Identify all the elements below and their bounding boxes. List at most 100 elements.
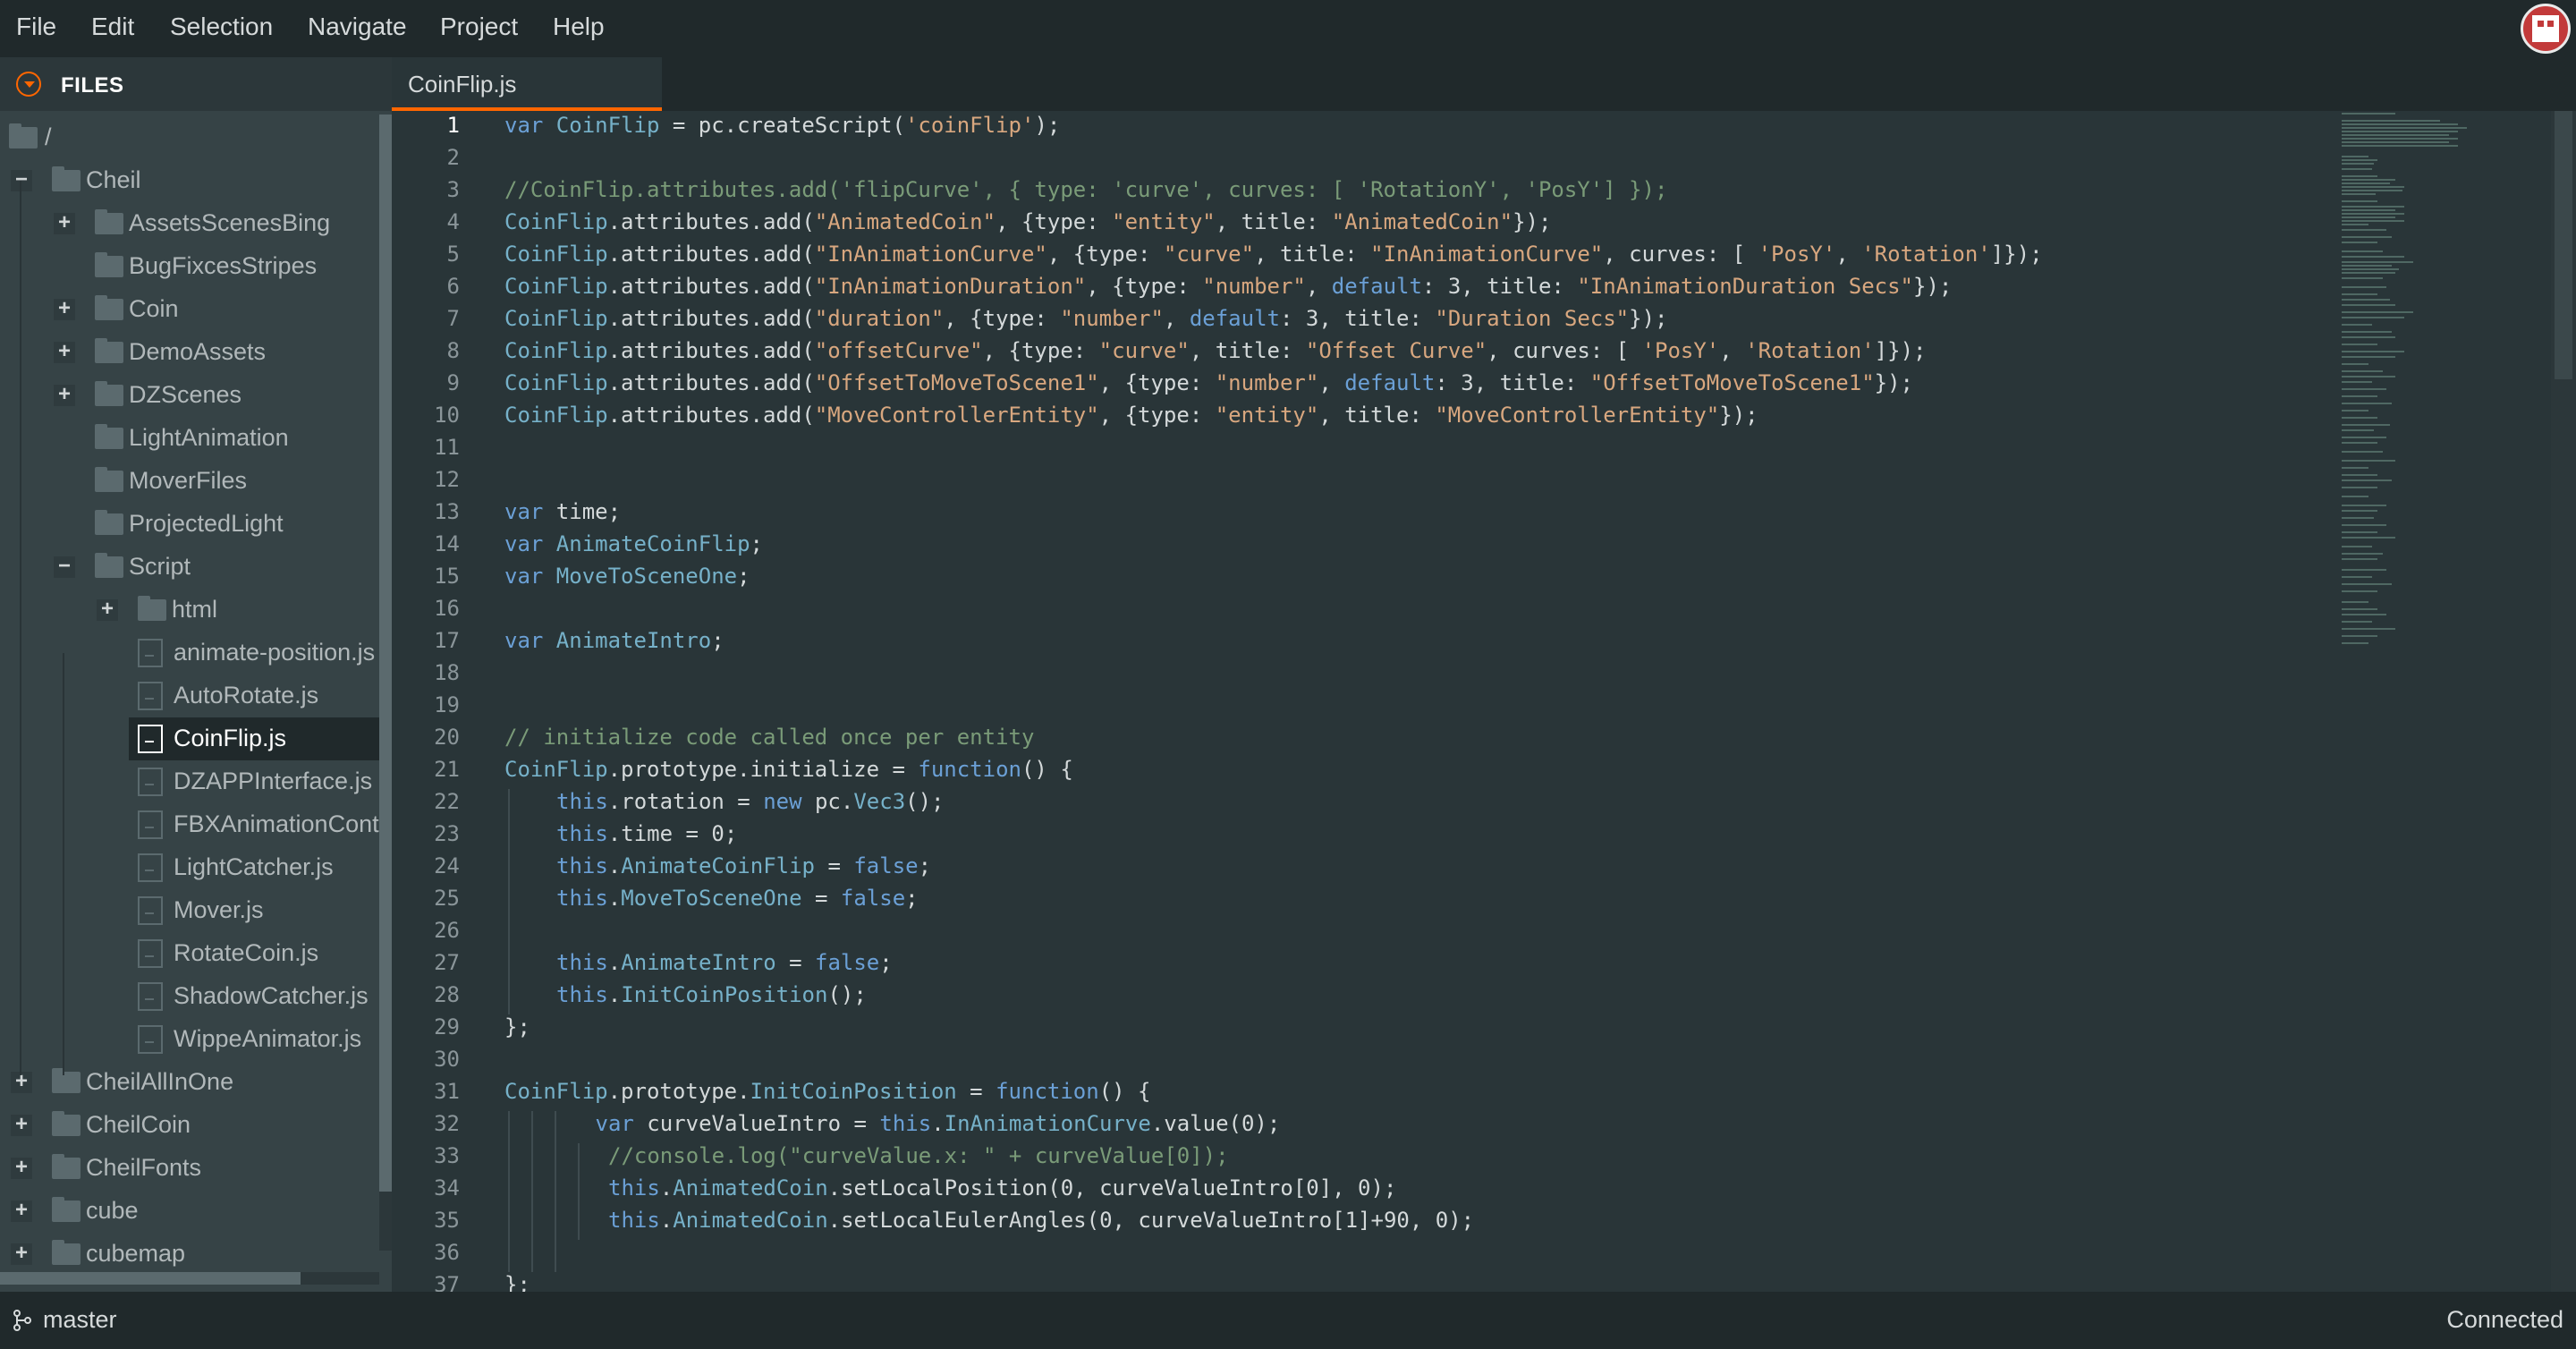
tree-folder[interactable]: + AssetsScenesBing (0, 202, 379, 245)
indent-guide (555, 1111, 556, 1272)
code-token: = (775, 950, 815, 975)
line-number: 9 (446, 370, 460, 395)
js-file-icon (138, 1025, 163, 1054)
expand-icon[interactable]: + (97, 598, 118, 621)
tree-folder[interactable]: / (0, 116, 379, 159)
tree-item-label: FBXAnimationCont (174, 810, 379, 837)
expand-icon[interactable]: + (11, 1157, 32, 1179)
minimap-line (2342, 487, 2377, 488)
code-token: : 3, title: (1279, 306, 1436, 331)
tree-folder[interactable]: MoverFiles (0, 460, 379, 503)
collapse-icon[interactable]: − (54, 556, 75, 578)
collapse-icon[interactable]: − (11, 169, 32, 191)
editor-vertical-scrollbar[interactable] (2551, 111, 2576, 1292)
tree-folder[interactable]: − Cheil (0, 159, 379, 202)
tree-folder[interactable]: + DZScenes (0, 374, 379, 417)
tree-file[interactable]: ShadowCatcher.js (0, 975, 379, 1018)
folder-icon (52, 1240, 80, 1265)
code-token: . (607, 853, 622, 878)
tree-folder[interactable]: + Coin (0, 288, 379, 331)
scrollbar-thumb[interactable] (2555, 111, 2572, 379)
tree-folder[interactable]: + DemoAssets (0, 331, 379, 374)
menu-file[interactable]: File (16, 13, 56, 41)
code-token: = pc.createScript( (659, 113, 905, 138)
scrollbar-thumb[interactable] (0, 1272, 301, 1285)
tree-folder[interactable]: ProjectedLight (0, 503, 379, 546)
menu-project[interactable]: Project (440, 13, 518, 41)
code-token: CoinFlip (504, 274, 608, 299)
tree-folder[interactable]: BugFixcesStripes (0, 245, 379, 288)
menu-edit[interactable]: Edit (91, 13, 134, 41)
tab-coinflip-js[interactable]: CoinFlip.js (392, 57, 662, 111)
code-token: , (1318, 370, 1345, 395)
tree-folder[interactable]: + cube (0, 1190, 379, 1233)
file-tree-horizontal-scrollbar[interactable] (0, 1272, 379, 1285)
code-token: 'PosY' (1758, 242, 1836, 267)
collapse-panel-icon[interactable] (16, 72, 41, 97)
tree-folder[interactable]: − Script (0, 546, 379, 589)
tree-file[interactable]: CoinFlip.js (129, 717, 379, 760)
code-line: this.MoveToSceneOne = false; (556, 886, 919, 918)
menu-navigate[interactable]: Navigate (308, 13, 407, 41)
minimap-line (2342, 583, 2392, 585)
code-token: "Duration Secs" (1435, 306, 1630, 331)
minimap-line (2342, 304, 2395, 306)
minimap-line (2342, 272, 2395, 274)
code-token: "duration" (814, 306, 945, 331)
tree-item-label: / (45, 123, 52, 150)
menu-help[interactable]: Help (553, 13, 605, 41)
git-branch-label[interactable]: master (43, 1306, 117, 1334)
tree-file[interactable]: animate-position.js (0, 632, 379, 674)
line-number: 32 (434, 1111, 460, 1136)
expand-icon[interactable]: + (11, 1114, 32, 1136)
tree-file[interactable]: DZAPPInterface.js (0, 760, 379, 803)
minimap-line (2342, 261, 2413, 263)
tree-file[interactable]: Mover.js (0, 889, 379, 932)
code-token: , title: (1254, 242, 1371, 267)
minimap-line (2342, 388, 2386, 390)
tree-file[interactable]: WippeAnimator.js (0, 1018, 379, 1061)
app-logo-icon[interactable] (2521, 4, 2571, 54)
line-number: 15 (434, 564, 460, 589)
folder-icon (52, 1111, 80, 1136)
minimap-line (2342, 614, 2386, 615)
expand-icon[interactable]: + (54, 341, 75, 363)
tree-folder[interactable]: LightAnimation (0, 417, 379, 460)
expand-icon[interactable]: + (11, 1200, 32, 1222)
file-tree-vertical-scrollbar[interactable] (379, 115, 392, 1251)
tree-folder[interactable]: + cubemap (0, 1233, 379, 1274)
code-area[interactable]: var CoinFlip = pc.createScript('coinFlip… (504, 111, 2329, 1292)
minimap[interactable] (2342, 111, 2467, 648)
expand-icon[interactable]: + (54, 212, 75, 234)
minimap-line (2342, 569, 2386, 571)
tree-item-label: RotateCoin.js (174, 939, 319, 966)
js-file-icon (138, 682, 163, 710)
code-token: this (608, 1208, 660, 1233)
tree-file[interactable]: RotateCoin.js (0, 932, 379, 975)
folder-icon (95, 424, 123, 449)
code-token: this (556, 821, 608, 846)
expand-icon[interactable]: + (11, 1071, 32, 1093)
code-line: var time; (504, 499, 621, 531)
code-token: ]}); (1874, 338, 1927, 363)
minimap-line (2342, 163, 2374, 165)
expand-icon[interactable]: + (11, 1243, 32, 1265)
tree-folder[interactable]: + html (0, 589, 379, 632)
tree-folder[interactable]: + CheilFonts (0, 1147, 379, 1190)
tree-file[interactable]: AutoRotate.js (0, 674, 379, 717)
tree-folder[interactable]: + CheilCoin (0, 1104, 379, 1147)
code-line: this.AnimatedCoin.setLocalPosition(0, cu… (608, 1175, 1396, 1208)
code-line: var AnimateIntro; (504, 628, 724, 660)
menu-selection[interactable]: Selection (170, 13, 273, 41)
minimap-line (2342, 370, 2383, 372)
tree-file[interactable]: FBXAnimationCont (0, 803, 379, 846)
expand-icon[interactable]: + (54, 384, 75, 406)
tree-folder[interactable]: + CheilAllInOne (0, 1061, 379, 1104)
code-editor[interactable]: 1 2 3 4 5 6 7 8 9 10 11 12 13 14 15 16 17 18 19 20 21 22 23 24 2… (392, 111, 2576, 1292)
tree-file[interactable]: LightCatcher.js (0, 846, 379, 889)
expand-icon[interactable]: + (54, 298, 75, 320)
tree-item-label: cube (86, 1197, 139, 1224)
scrollbar-thumb[interactable] (379, 115, 392, 1192)
code-token: ; (750, 531, 763, 556)
code-token: , {type: (996, 209, 1113, 234)
